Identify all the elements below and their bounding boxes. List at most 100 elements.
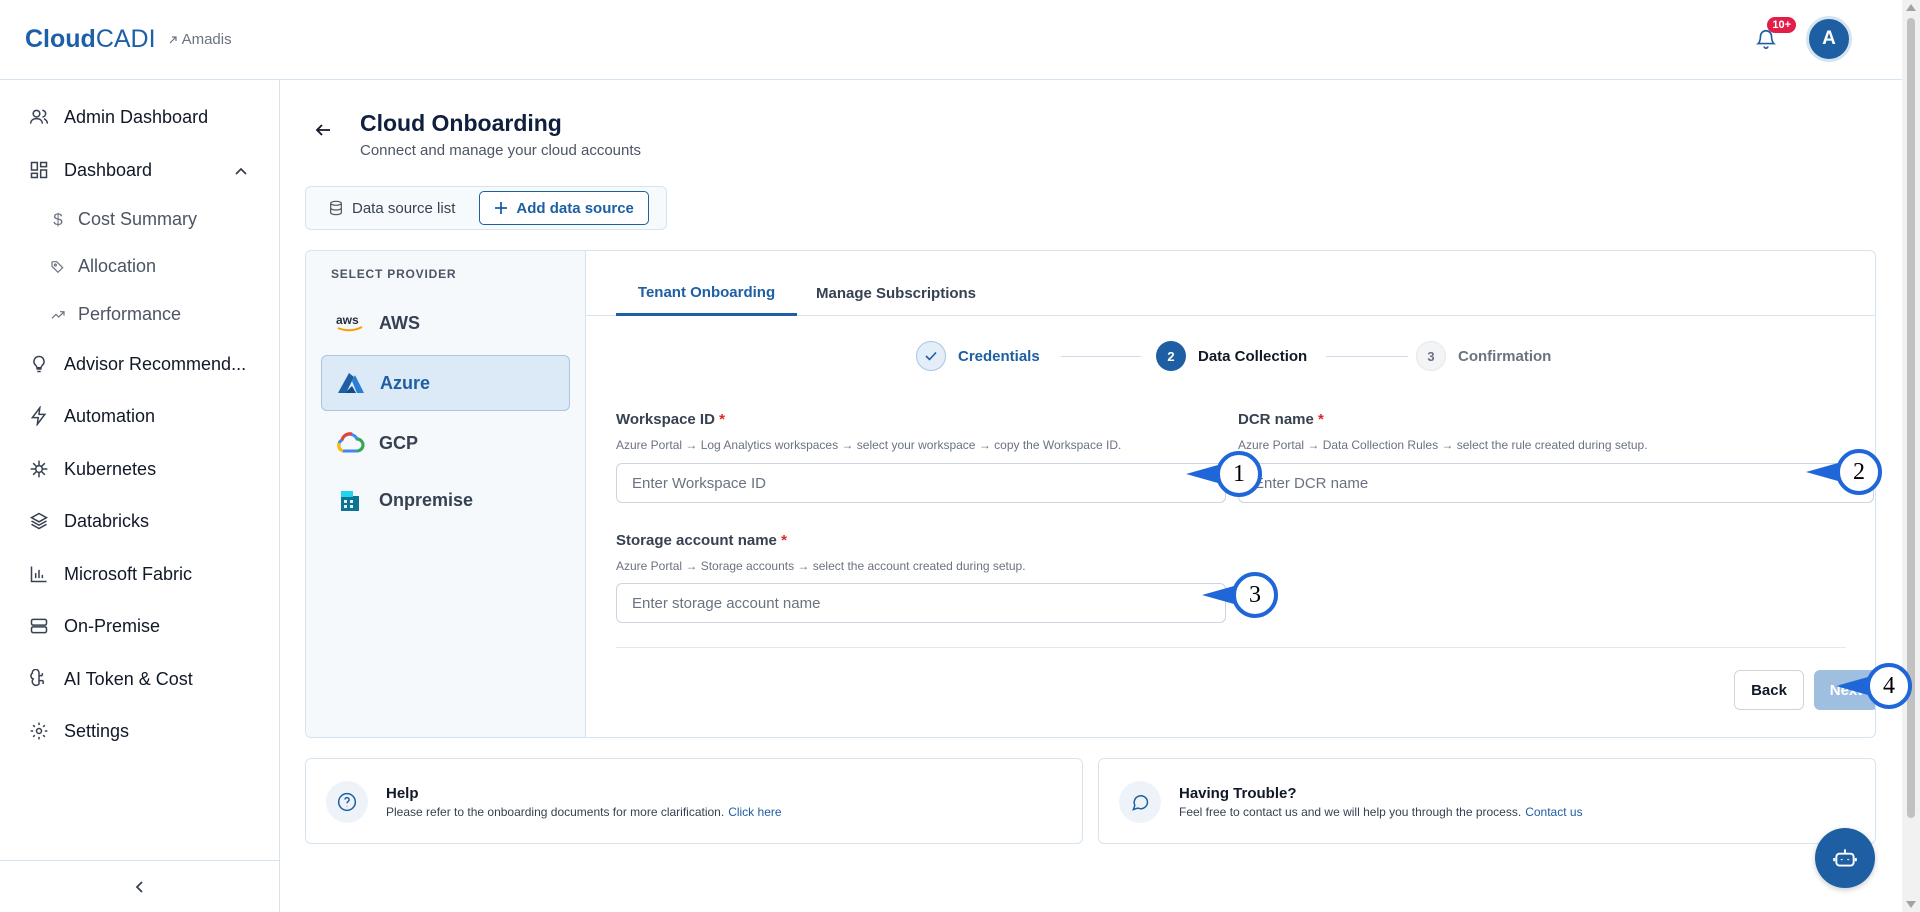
provider-aws[interactable]: aws AWS: [321, 295, 570, 351]
sidebar-item-label: Dashboard: [64, 159, 153, 180]
data-source-list-tab[interactable]: Data source list: [310, 191, 473, 225]
step-credentials[interactable]: Credentials: [916, 341, 1040, 371]
required-marker: *: [719, 411, 725, 428]
provider-azure[interactable]: Azure: [321, 355, 570, 411]
sidebar-item-dashboard[interactable]: Dashboard: [28, 159, 152, 181]
trouble-title: Having Trouble?: [1179, 785, 1297, 802]
sidebar-item-automation[interactable]: Automation: [28, 405, 155, 427]
stepper-connector: [1061, 356, 1141, 357]
provider-heading: SELECT PROVIDER: [331, 267, 457, 281]
sidebar-item-settings[interactable]: Settings: [28, 720, 129, 742]
onboarding-card: SELECT PROVIDER aws AWS Azure GCP Onprem…: [305, 250, 1876, 738]
notifications-button[interactable]: 10+: [1748, 17, 1796, 57]
scroll-up-arrow[interactable]: [1906, 4, 1916, 11]
required-marker: *: [1318, 411, 1324, 428]
user-avatar[interactable]: A: [1806, 16, 1852, 62]
dollar-icon: $: [53, 209, 63, 229]
sidebar: Admin Dashboard Dashboard $ Cost Summary…: [0, 80, 280, 912]
callout-arrow: [1202, 586, 1234, 604]
server-icon: [28, 615, 50, 637]
workspace-id-input[interactable]: [616, 463, 1226, 503]
sidebar-item-on-premise[interactable]: On-Premise: [28, 615, 160, 637]
workspace-id-label: Workspace ID *: [616, 411, 725, 428]
tenant-arrow-icon: [169, 35, 177, 43]
database-icon: [330, 200, 342, 216]
add-data-source-tab[interactable]: Add data source: [479, 191, 649, 225]
back-button[interactable]: Back: [1734, 670, 1804, 710]
sidebar-item-label: Performance: [78, 304, 182, 324]
provider-gcp[interactable]: GCP: [321, 415, 570, 471]
tab-tenant-onboarding[interactable]: Tenant Onboarding: [616, 271, 797, 316]
provider-onpremise[interactable]: Onpremise: [321, 472, 570, 528]
provider-panel: SELECT PROVIDER aws AWS Azure GCP Onprem…: [306, 251, 586, 737]
provider-label: Onpremise: [379, 489, 474, 510]
dcr-name-hint: Azure Portal → Data Collection Rules → s…: [1238, 438, 1648, 452]
sidebar-item-admin-dashboard[interactable]: Admin Dashboard: [28, 106, 208, 128]
storage-account-label: Storage account name *: [616, 532, 787, 549]
chevron-up-icon[interactable]: [234, 166, 248, 176]
sidebar-item-kubernetes[interactable]: Kubernetes: [28, 458, 156, 480]
contact-us-link[interactable]: Contact us: [1525, 805, 1582, 819]
building-icon: [335, 485, 365, 515]
sidebar-item-label: AI Token & Cost: [64, 668, 193, 689]
chat-bubble-icon: [1119, 781, 1161, 823]
provider-label: AWS: [379, 312, 421, 333]
help-text: Please refer to the onboarding documents…: [386, 805, 782, 819]
bolt-icon: [28, 405, 50, 427]
chatbot-button[interactable]: [1815, 828, 1875, 888]
sidebar-item-label: Automation: [64, 405, 156, 426]
cloudcadi-logo[interactable]: Cloud CADI: [25, 25, 156, 54]
chevron-left-icon: [135, 880, 143, 893]
storage-account-label-text: Storage account name: [616, 532, 777, 549]
sidebar-item-label: Databricks: [64, 510, 150, 531]
onboarding-tabs: Tenant Onboarding Manage Subscriptions: [586, 251, 1875, 316]
logo-light-text: CADI: [95, 25, 156, 53]
storage-account-input[interactable]: [616, 583, 1226, 623]
help-card: Help Please refer to the onboarding docu…: [305, 758, 1083, 844]
callout-number: 2: [1836, 449, 1882, 495]
callout-arrow: [1806, 463, 1838, 481]
step-data-collection-number: 2: [1156, 341, 1186, 371]
sidebar-item-label: Cost Summary: [78, 209, 198, 229]
callout-arrow: [1836, 677, 1868, 695]
workspace-id-label-text: Workspace ID: [616, 411, 715, 428]
notification-badge: 10+: [1767, 17, 1796, 33]
robot-icon: [1833, 849, 1857, 867]
sidebar-item-microsoft-fabric[interactable]: Microsoft Fabric: [28, 563, 192, 585]
top-bar: Cloud CADI Amadis 10+ A: [0, 0, 1902, 80]
logo-bold-text: Cloud: [25, 25, 96, 53]
sidebar-item-cost-summary[interactable]: $ Cost Summary: [50, 209, 197, 230]
sidebar-item-label: Advisor Recommend...: [64, 353, 247, 374]
check-icon: [916, 341, 946, 371]
page-scrollbar[interactable]: [1902, 0, 1920, 912]
sidebar-item-allocation[interactable]: Allocation: [50, 256, 156, 277]
collapse-sidebar-button[interactable]: [0, 860, 279, 912]
sidebar-item-advisor-recommendations[interactable]: Advisor Recommend...: [28, 353, 246, 375]
svg-text:aws: aws: [336, 313, 359, 327]
tenant-switcher[interactable]: Amadis: [168, 31, 232, 48]
scroll-down-arrow[interactable]: [1906, 901, 1916, 908]
layers-icon: [28, 510, 50, 532]
users-icon: [28, 106, 50, 128]
dcr-name-input[interactable]: [1238, 463, 1874, 503]
help-description: Please refer to the onboarding documents…: [386, 805, 725, 819]
step-data-collection: 2 Data Collection: [1156, 341, 1307, 371]
plus-icon: [495, 202, 508, 214]
dashboard-grid-icon: [28, 159, 50, 181]
page-title: Cloud Onboarding: [360, 110, 562, 136]
callout-marker-4: 4: [1830, 656, 1920, 716]
sidebar-item-ai-token-cost[interactable]: AI Token & Cost: [28, 668, 193, 690]
add-data-source-label: Add data source: [516, 199, 634, 217]
ai-brain-icon: [28, 668, 50, 690]
help-link[interactable]: Click here: [728, 805, 781, 819]
page-subtitle: Connect and manage your cloud accounts: [360, 142, 642, 159]
sidebar-item-label: Settings: [64, 720, 130, 741]
lightbulb-icon: [28, 353, 50, 375]
help-title: Help: [386, 785, 419, 802]
back-arrow-icon[interactable]: [314, 122, 332, 138]
sidebar-item-label: Kubernetes: [64, 458, 157, 479]
sidebar-item-databricks[interactable]: Databricks: [28, 510, 149, 532]
tab-manage-subscriptions[interactable]: Manage Subscriptions: [816, 271, 976, 316]
step-credentials-label: Credentials: [958, 347, 1040, 365]
sidebar-item-performance[interactable]: Performance: [50, 304, 181, 325]
